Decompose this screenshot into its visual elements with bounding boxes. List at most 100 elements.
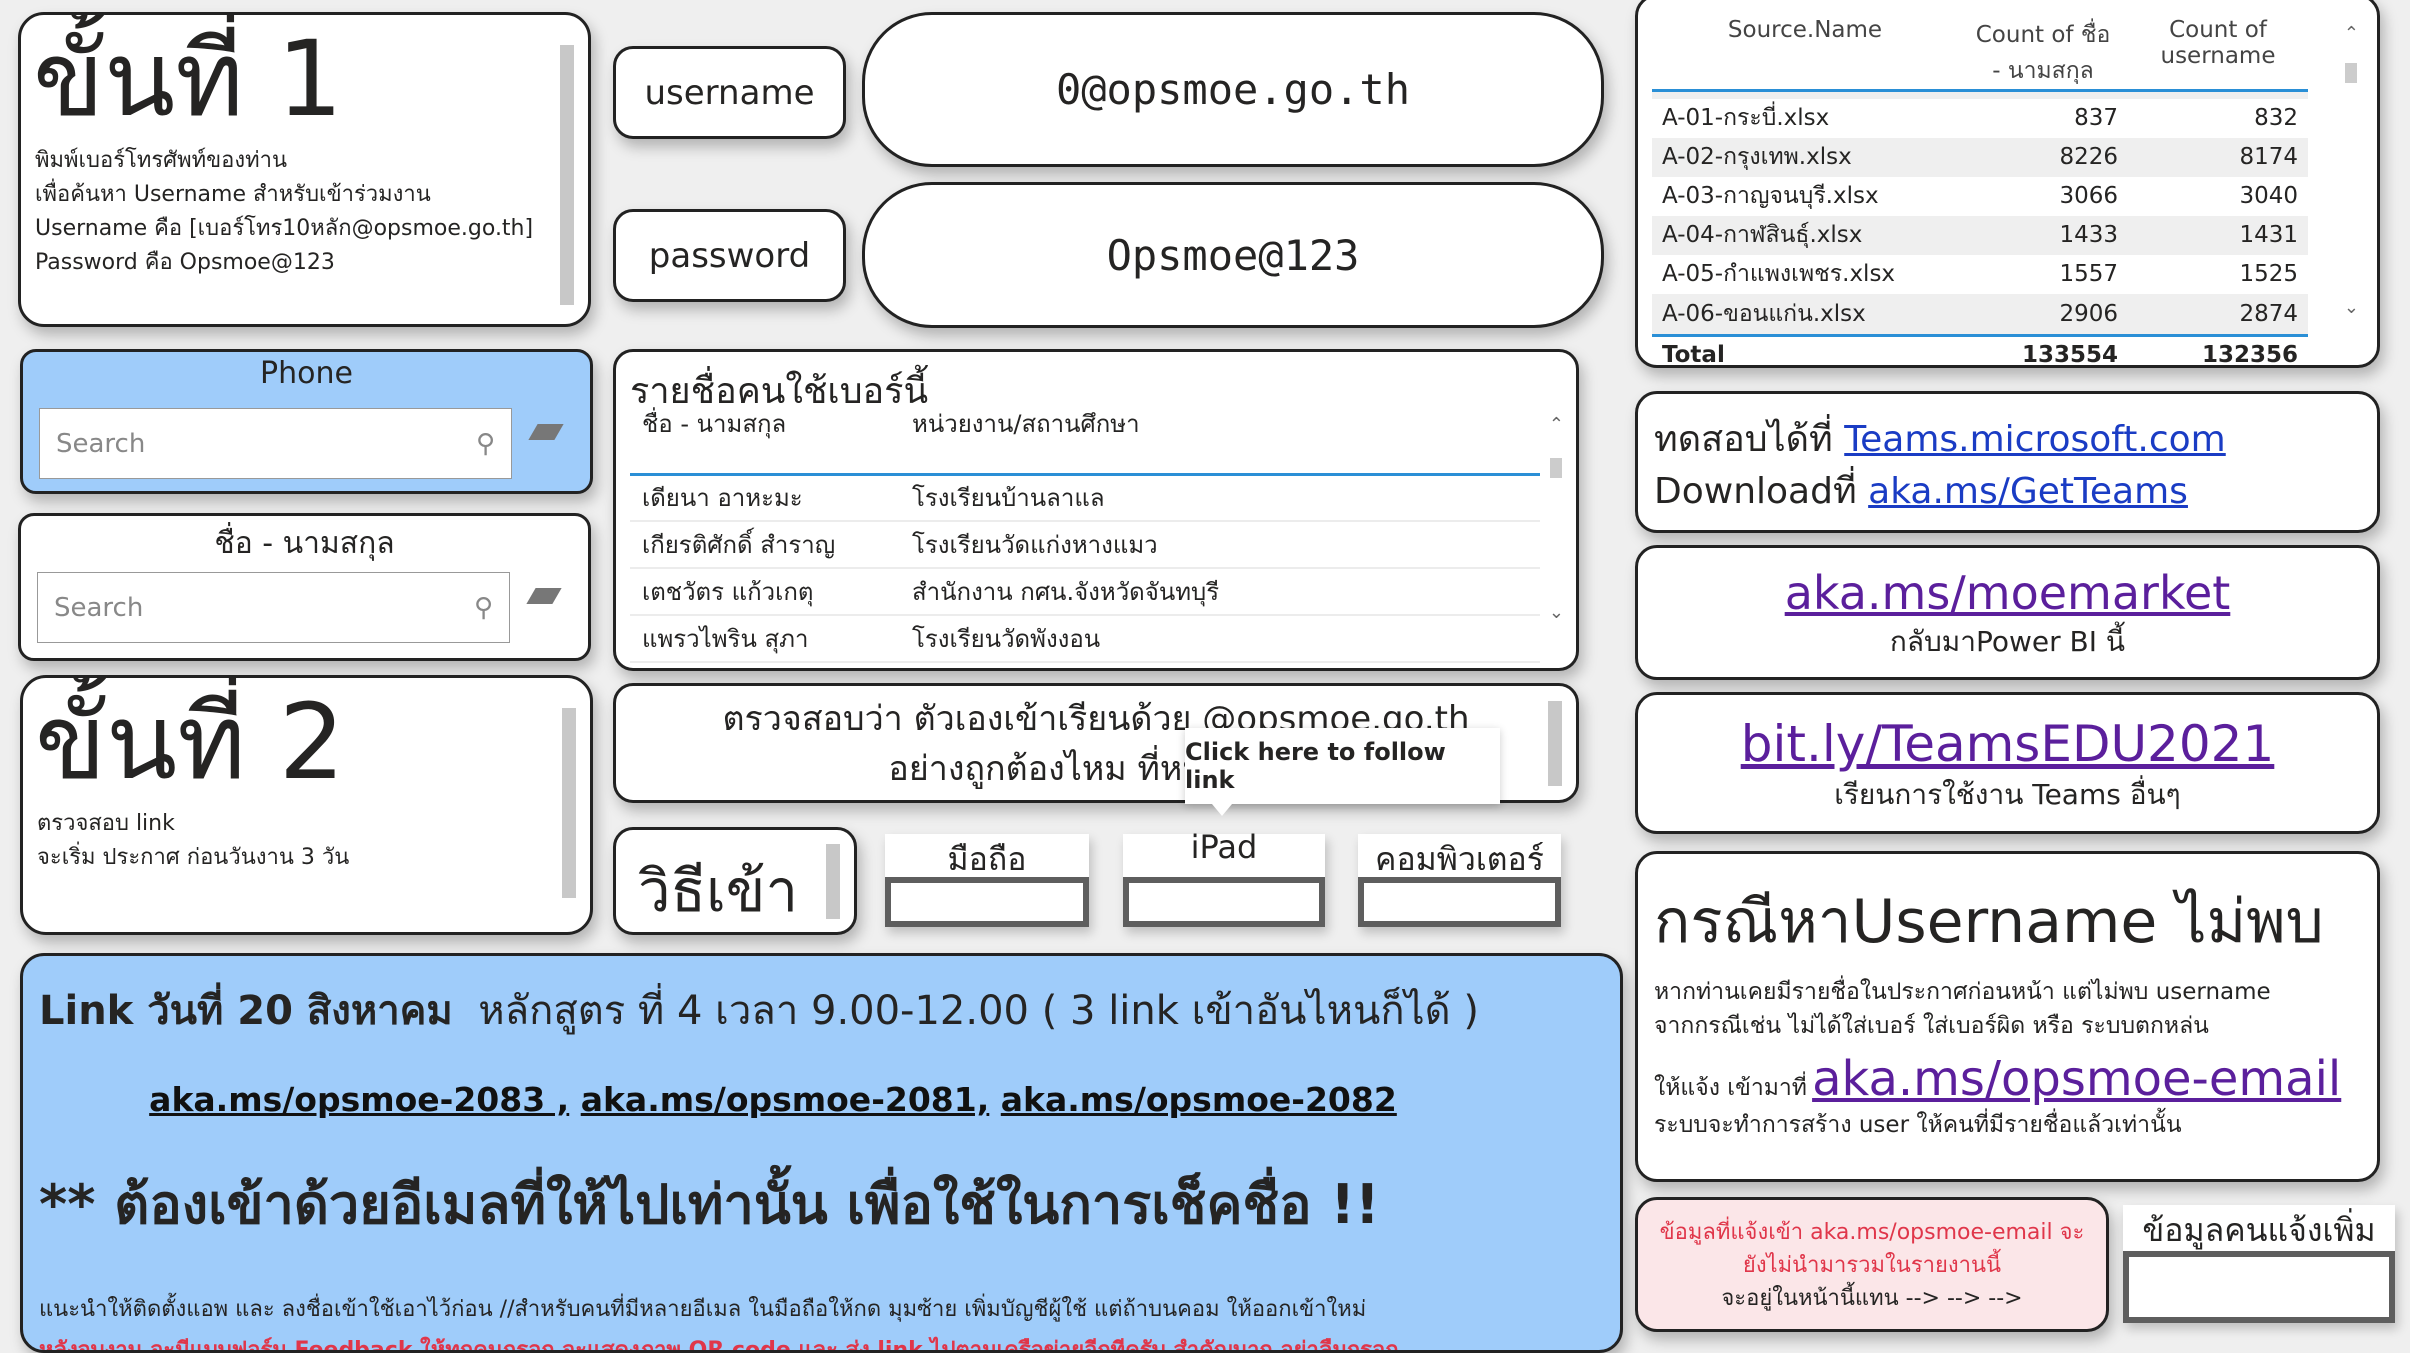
not-found-line: หากท่านเคยมีรายชื่อในประกาศก่อนหน้า แต่ไ… [1654, 979, 2271, 1005]
table-row: เกียรติศักดิ์ สำราญ โรงเรียนวัดแก่งหางแมว [630, 521, 1540, 569]
table-row: A-02-กรุงเทพ.xlsx 8226 8174 [1652, 137, 2308, 177]
username-label: username [613, 46, 846, 139]
scrollbar[interactable] [2345, 63, 2357, 83]
pink-note-line: ข้อมูลที่แจ้งเข้า aka.ms/opsmoe-email จะ [1659, 1220, 2085, 1245]
step1-line: Password คือ Opsmoe@123 [35, 250, 335, 276]
method-ipad-box[interactable] [1123, 877, 1325, 927]
scroll-down-icon[interactable]: ⌄ [2344, 297, 2359, 318]
password-label: password [613, 209, 846, 302]
get-teams-link[interactable]: aka.ms/GetTeams [1868, 471, 2188, 512]
search-placeholder: Search [56, 428, 146, 459]
cell: A-03-กาญจนบุรี.xlsx [1662, 183, 1879, 209]
cell: 133554 [2021, 342, 2118, 368]
report-link[interactable]: aka.ms/opsmoe-email [1812, 1051, 2341, 1107]
cell: สำนักงาน กศน.จังหวัดจันทบุรี [900, 568, 1540, 616]
moemarket-sub: กลับมาPower BI นี้ [1889, 625, 2126, 658]
moemarket-link[interactable]: aka.ms/moemarket [1638, 566, 2377, 620]
meeting-link[interactable]: aka.ms/opsmoe-2083 , [149, 1080, 569, 1119]
column-header[interactable]: Count of username [2128, 17, 2308, 92]
search-placeholder: Search [54, 592, 144, 623]
method-computer[interactable]: คอมพิวเตอร์ [1358, 834, 1561, 927]
cell: 3040 [2239, 183, 2298, 209]
method-ipad[interactable]: iPad [1123, 828, 1325, 927]
links-heading-bold: Link วันที่ 20 สิงหาคม [39, 988, 453, 1034]
method-label: คอมพิวเตอร์ [1375, 840, 1544, 878]
method-computer-box[interactable] [1358, 877, 1561, 927]
cell: 1525 [2239, 261, 2298, 287]
cell: เกียรติศักดิ์ สำราญ [630, 521, 900, 569]
meeting-link[interactable]: aka.ms/opsmoe-2081, [581, 1080, 990, 1119]
column-header[interactable]: Source.Name [1652, 17, 1958, 92]
phone-slicer: Phone Search ⚲ [20, 349, 593, 494]
step1-line: พิมพ์เบอร์โทรศัพท์ของท่าน [35, 148, 288, 174]
scroll-up-icon[interactable]: ⌃ [2344, 23, 2359, 44]
table-row: A-04-กาฬสินธุ์.xlsx 1433 1431 [1652, 215, 2308, 255]
cell: 1431 [2128, 215, 2308, 255]
not-found-title: กรณีหาUsername ไม่พบ [1654, 887, 2324, 957]
not-found-line: จากกรณีเช่น ไม่ได้ใส่เบอร์ ใส่เบอร์ผิด ห… [1654, 1013, 2209, 1039]
pink-note-line: จะอยู่ในหน้านี้แทน --> --> --> [1721, 1286, 2023, 1311]
cell: 132356 [2201, 342, 2298, 368]
cell: 8174 [2128, 137, 2308, 177]
eraser-icon[interactable] [526, 588, 562, 604]
column-header[interactable]: ชื่อ - นามสกุล [630, 404, 900, 476]
download-label: Downloadที่ [1654, 471, 1857, 512]
methods-title: วิธีเข้า [613, 827, 857, 935]
name-slicer: ชื่อ - นามสกุล Search ⚲ [18, 513, 591, 661]
phone-slicer-title: Phone [260, 356, 353, 391]
teamsedu-link[interactable]: bit.ly/TeamsEDU2021 [1638, 715, 2377, 773]
tooltip: Click here to follow link [1185, 728, 1500, 804]
table-row: A-01-กระบี่.xlsx 837 832 [1652, 99, 2308, 138]
cell: Total [1662, 342, 1725, 368]
column-header[interactable]: หน่วยงาน/สถานศึกษา [900, 404, 1540, 476]
step1-line: เพื่อค้นหา Username สำหรับเข้าร่วมงาน [35, 182, 431, 208]
cell: 1433 [1958, 215, 2128, 255]
table-row: A-06-ขอนแก่น.xlsx 2906 2874 [1652, 293, 2308, 337]
total-row: Total 133554 132356 [1652, 335, 2308, 368]
cell: 832 [2254, 105, 2298, 131]
meeting-link[interactable]: aka.ms/opsmoe-2082 [1001, 1080, 1397, 1119]
scroll-down-icon[interactable]: ⌄ [1549, 602, 1564, 623]
source-table: Source.Name Count of ชื่อ - นามสกุล Count … [1635, 0, 2380, 368]
eraser-icon[interactable] [528, 424, 564, 440]
tooltip-arrow [1212, 804, 1232, 816]
pink-note: ข้อมูลที่แจ้งเข้า aka.ms/opsmoe-email จะ… [1635, 1197, 2109, 1332]
cell: 8226 [1958, 137, 2128, 177]
cell: โรงเรียนบ้านลาแล [900, 474, 1540, 522]
cell: 2874 [2128, 293, 2308, 337]
method-mobile-box[interactable] [885, 877, 1089, 927]
cell: 837 [2074, 105, 2118, 131]
table-row: เตชวัตร แก้วเกตุ สำนักงาน กศน.จังหวัดจันท… [630, 568, 1540, 616]
password-value: Opsmoe@123 [862, 182, 1604, 328]
links-heading: หลักสูตร ที่ 4 เวลา 9.00-12.00 ( 3 link … [478, 988, 1479, 1034]
cell: โรงเรียนวัดพังงอน [900, 615, 1540, 663]
scrollbar[interactable] [1550, 458, 1562, 478]
extra-title: ข้อมูลคนแจ้งเพิ่ม [2142, 1211, 2376, 1249]
teams-link[interactable]: Teams.microsoft.com [1844, 419, 2226, 460]
step1-title: ขั้นที่ 1 [33, 18, 343, 140]
search-icon: ⚲ [475, 428, 495, 459]
column-header[interactable]: Count of ชื่อ - นามสกุล [1958, 17, 2128, 92]
scrollbar[interactable] [562, 708, 576, 898]
method-mobile[interactable]: มือถือ [885, 834, 1089, 927]
method-label: iPad [1190, 828, 1258, 866]
scrollbar[interactable] [1548, 701, 1562, 786]
name-search-input[interactable]: Search ⚲ [37, 572, 510, 643]
cell: เดียนา อาหะมะ [630, 474, 900, 522]
step1-card: ขั้นที่ 1 พิมพ์เบอร์โทรศัพท์ของท่าน เพื่… [18, 12, 591, 327]
scrollbar[interactable] [560, 45, 574, 305]
cell: A-02-กรุงเทพ.xlsx [1652, 137, 1958, 177]
extra-box[interactable] [2123, 1251, 2395, 1323]
not-found-card: กรณีหาUsername ไม่พบ หากท่านเคยมีรายชื่อ… [1635, 851, 2380, 1182]
scroll-up-icon[interactable]: ⌃ [1549, 414, 1564, 435]
name-slicer-title: ชื่อ - นามสกุล [214, 526, 395, 561]
cell: A-05-กำแพงเพชร.xlsx [1662, 261, 1896, 287]
pink-note-line: ยังไม่นำมารวมในรายงานนี้ [1742, 1253, 2002, 1278]
cell: โรงเรียนวัดแก่งหางแมว [900, 521, 1540, 569]
scrollbar[interactable] [826, 844, 840, 919]
step2-line: จะเริ่ม ประกาศ ก่อนวันงาน 3 วัน [37, 845, 350, 871]
phone-search-input[interactable]: Search ⚲ [39, 408, 512, 479]
methods-title-text: วิธีเข้า [638, 857, 799, 925]
table-row: แพรวไพริน สุภา โรงเรียนวัดพังงอน [630, 615, 1540, 663]
table-row: A-05-กำแพงเพชร.xlsx 1557 1525 [1652, 255, 2308, 294]
